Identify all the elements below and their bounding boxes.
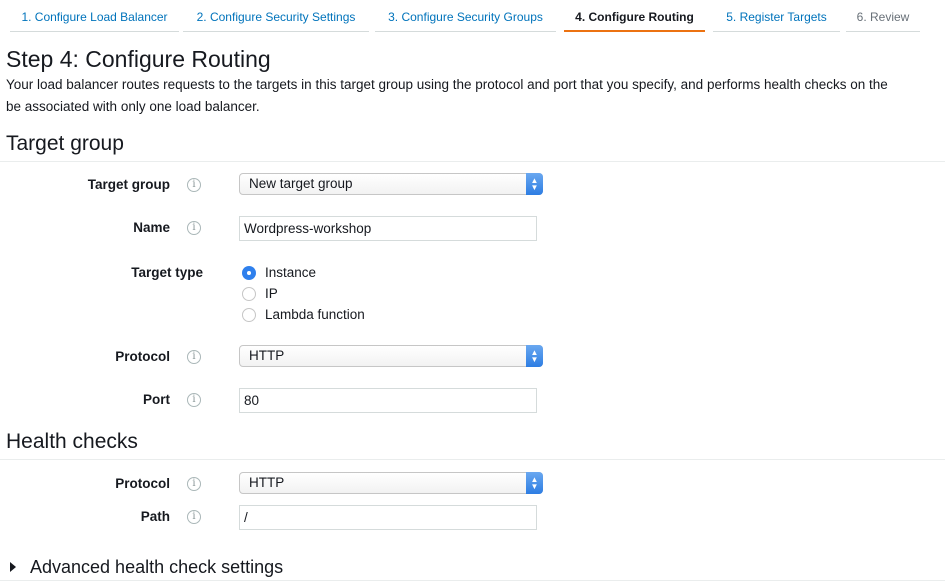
target-group-select-value: New target group xyxy=(249,176,353,191)
info-icon[interactable]: i xyxy=(187,393,201,407)
port-input[interactable]: 80 xyxy=(239,388,537,413)
tab-configure-routing[interactable]: 4. Configure Routing xyxy=(564,0,705,32)
name-label: Name xyxy=(133,220,170,235)
tab-review: 6. Review xyxy=(846,0,920,32)
page-title: Step 4: Configure Routing xyxy=(6,46,271,72)
health-check-protocol-value: HTTP xyxy=(249,475,285,490)
select-caret-icon: ▲ ▼ xyxy=(526,472,543,494)
description-line-1: Your load balancer routes requests to th… xyxy=(6,77,888,92)
section-title-health-checks: Health checks xyxy=(6,430,138,453)
info-icon[interactable]: i xyxy=(187,350,201,364)
section-title-target-group: Target group xyxy=(6,132,124,155)
health-check-path-label: Path xyxy=(140,509,170,524)
tab-configure-security-groups[interactable]: 3. Configure Security Groups xyxy=(375,0,556,32)
protocol-select-value: HTTP xyxy=(249,348,285,363)
protocol-select[interactable]: HTTP ▲ ▼ xyxy=(239,345,543,367)
health-check-path-input[interactable]: / xyxy=(239,505,537,530)
radio-label-instance: Instance xyxy=(265,265,317,280)
radio-button[interactable] xyxy=(242,308,256,322)
configure-routing-page: 1. Configure Load Balancer 2. Configure … xyxy=(0,0,945,587)
info-icon[interactable]: i xyxy=(187,510,201,524)
description-line-2: be associated with only one load balance… xyxy=(6,99,260,114)
radio-label-ip: IP xyxy=(265,286,278,301)
section-divider xyxy=(0,580,945,581)
select-caret-icon: ▲ ▼ xyxy=(526,173,543,195)
target-type-label: Target type xyxy=(131,265,203,280)
page-description: Your load balancer routes requests to th… xyxy=(6,74,945,118)
radio-label-lambda-function: Lambda function xyxy=(265,307,365,322)
section-divider xyxy=(0,161,945,162)
health-check-protocol-select[interactable]: HTTP ▲ ▼ xyxy=(239,472,543,494)
wizard-tabs: 1. Configure Load Balancer 2. Configure … xyxy=(0,0,945,32)
port-label: Port xyxy=(143,392,170,407)
advanced-health-check-label: Advanced health check settings xyxy=(30,557,284,577)
info-icon[interactable]: i xyxy=(187,178,201,192)
section-divider xyxy=(0,459,945,460)
select-caret-icon: ▲ ▼ xyxy=(526,345,543,367)
info-icon[interactable]: i xyxy=(187,477,201,491)
tab-register-targets[interactable]: 5. Register Targets xyxy=(713,0,840,32)
expand-triangle-icon xyxy=(10,562,16,572)
tab-configure-security-settings[interactable]: 2. Configure Security Settings xyxy=(183,0,369,32)
protocol-label: Protocol xyxy=(115,349,170,364)
tab-configure-load-balancer[interactable]: 1. Configure Load Balancer xyxy=(10,0,179,32)
info-icon[interactable]: i xyxy=(187,221,201,235)
radio-button-checked[interactable] xyxy=(242,266,256,280)
target-group-select[interactable]: New target group ▲ ▼ xyxy=(239,173,543,195)
radio-button[interactable] xyxy=(242,287,256,301)
health-check-protocol-label: Protocol xyxy=(115,476,170,491)
target-group-label: Target group xyxy=(87,177,170,192)
name-input[interactable]: Wordpress-workshop xyxy=(239,216,537,241)
